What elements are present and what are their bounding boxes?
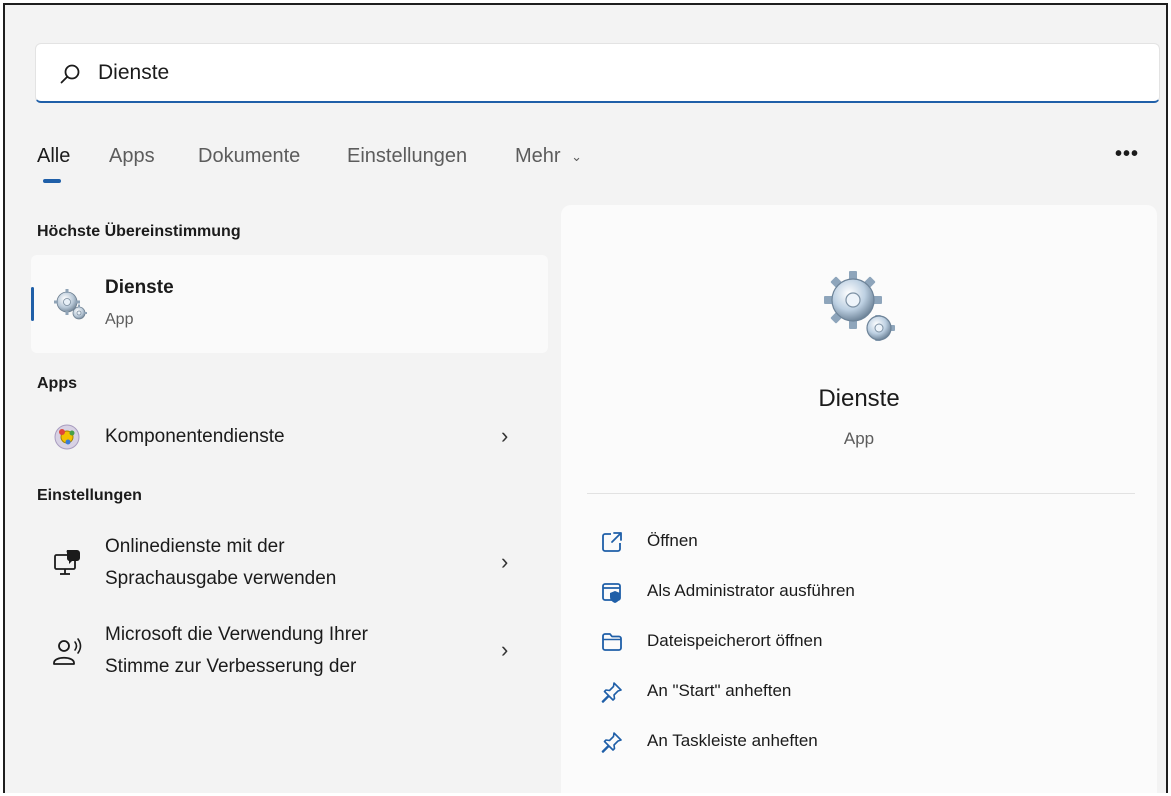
more-options-button[interactable]: •••	[1115, 143, 1145, 167]
pin-icon	[601, 732, 622, 753]
tab-label: Dokumente	[198, 145, 301, 167]
action-label: Als Administrator ausführen	[647, 581, 855, 600]
tab-label: Apps	[109, 145, 155, 167]
setting-result-label-line2: Stimme zur Verbesserung der	[105, 656, 357, 677]
search-input[interactable]	[98, 56, 1138, 90]
settings-heading: Einstellungen	[37, 487, 142, 504]
pin-icon	[601, 682, 622, 703]
tab-einstellungen[interactable]: Einstellungen	[347, 145, 467, 168]
tab-mehr[interactable]: Mehr ⌄	[515, 145, 582, 168]
details-type: App	[843, 429, 875, 448]
tab-label: Alle	[37, 145, 71, 167]
setting-result-voice-improvement[interactable]: Microsoft die Verwendung Ihrer Stimme zu…	[31, 617, 548, 685]
ellipsis-icon: •••	[1115, 143, 1140, 165]
services-gear-icon	[54, 289, 87, 320]
setting-result-label-line1: Microsoft die Verwendung Ihrer	[105, 624, 368, 645]
action-label: Öffnen	[647, 531, 698, 550]
result-title: Dienste	[105, 277, 174, 298]
tab-label: Mehr	[515, 145, 561, 167]
start-search-window: Alle Apps Dokumente Einstellungen Mehr ⌄…	[3, 3, 1168, 793]
action-label: An Taskleiste anheften	[647, 731, 818, 750]
details-panel: Dienste App Öffnen Als Administrator aus…	[561, 205, 1157, 793]
setting-result-label-line1: Onlinedienste mit der	[105, 536, 285, 557]
services-gear-icon	[824, 271, 895, 341]
admin-shield-icon	[602, 583, 621, 603]
chevron-right-icon: ›	[501, 637, 509, 662]
best-match-heading: Höchste Übereinstimmung	[37, 223, 241, 240]
search-icon	[60, 64, 80, 84]
result-type: App	[105, 311, 134, 328]
details-title: Dienste	[818, 385, 900, 412]
app-result-label: Komponentendienste	[105, 426, 285, 447]
setting-result-label-line2: Sprachausgabe verwenden	[105, 568, 337, 589]
open-icon	[602, 532, 622, 552]
tab-label: Einstellungen	[347, 145, 468, 167]
component-services-icon	[54, 424, 80, 450]
search-box[interactable]	[35, 43, 1160, 103]
chevron-right-icon: ›	[501, 423, 509, 448]
tab-alle[interactable]: Alle	[37, 145, 70, 168]
details-divider	[587, 493, 1135, 494]
selection-indicator	[31, 287, 34, 321]
tab-dokumente[interactable]: Dokumente	[198, 145, 300, 168]
setting-result-online-speech[interactable]: Onlinedienste mit der Sprachausgabe verw…	[31, 529, 548, 597]
tab-active-indicator	[43, 179, 61, 183]
speech-monitor-icon	[54, 550, 80, 575]
action-label: An "Start" anheften	[647, 681, 792, 700]
best-match-result[interactable]: Dienste App	[31, 255, 548, 353]
action-label: Dateispeicherort öffnen	[647, 631, 823, 650]
folder-icon	[602, 633, 622, 651]
chevron-down-icon: ⌄	[571, 148, 583, 164]
tab-apps[interactable]: Apps	[109, 145, 155, 168]
apps-heading: Apps	[37, 375, 77, 392]
chevron-right-icon: ›	[501, 549, 509, 574]
voice-person-icon	[53, 638, 82, 665]
app-result-komponentendienste[interactable]: Komponentendienste ›	[31, 417, 548, 457]
